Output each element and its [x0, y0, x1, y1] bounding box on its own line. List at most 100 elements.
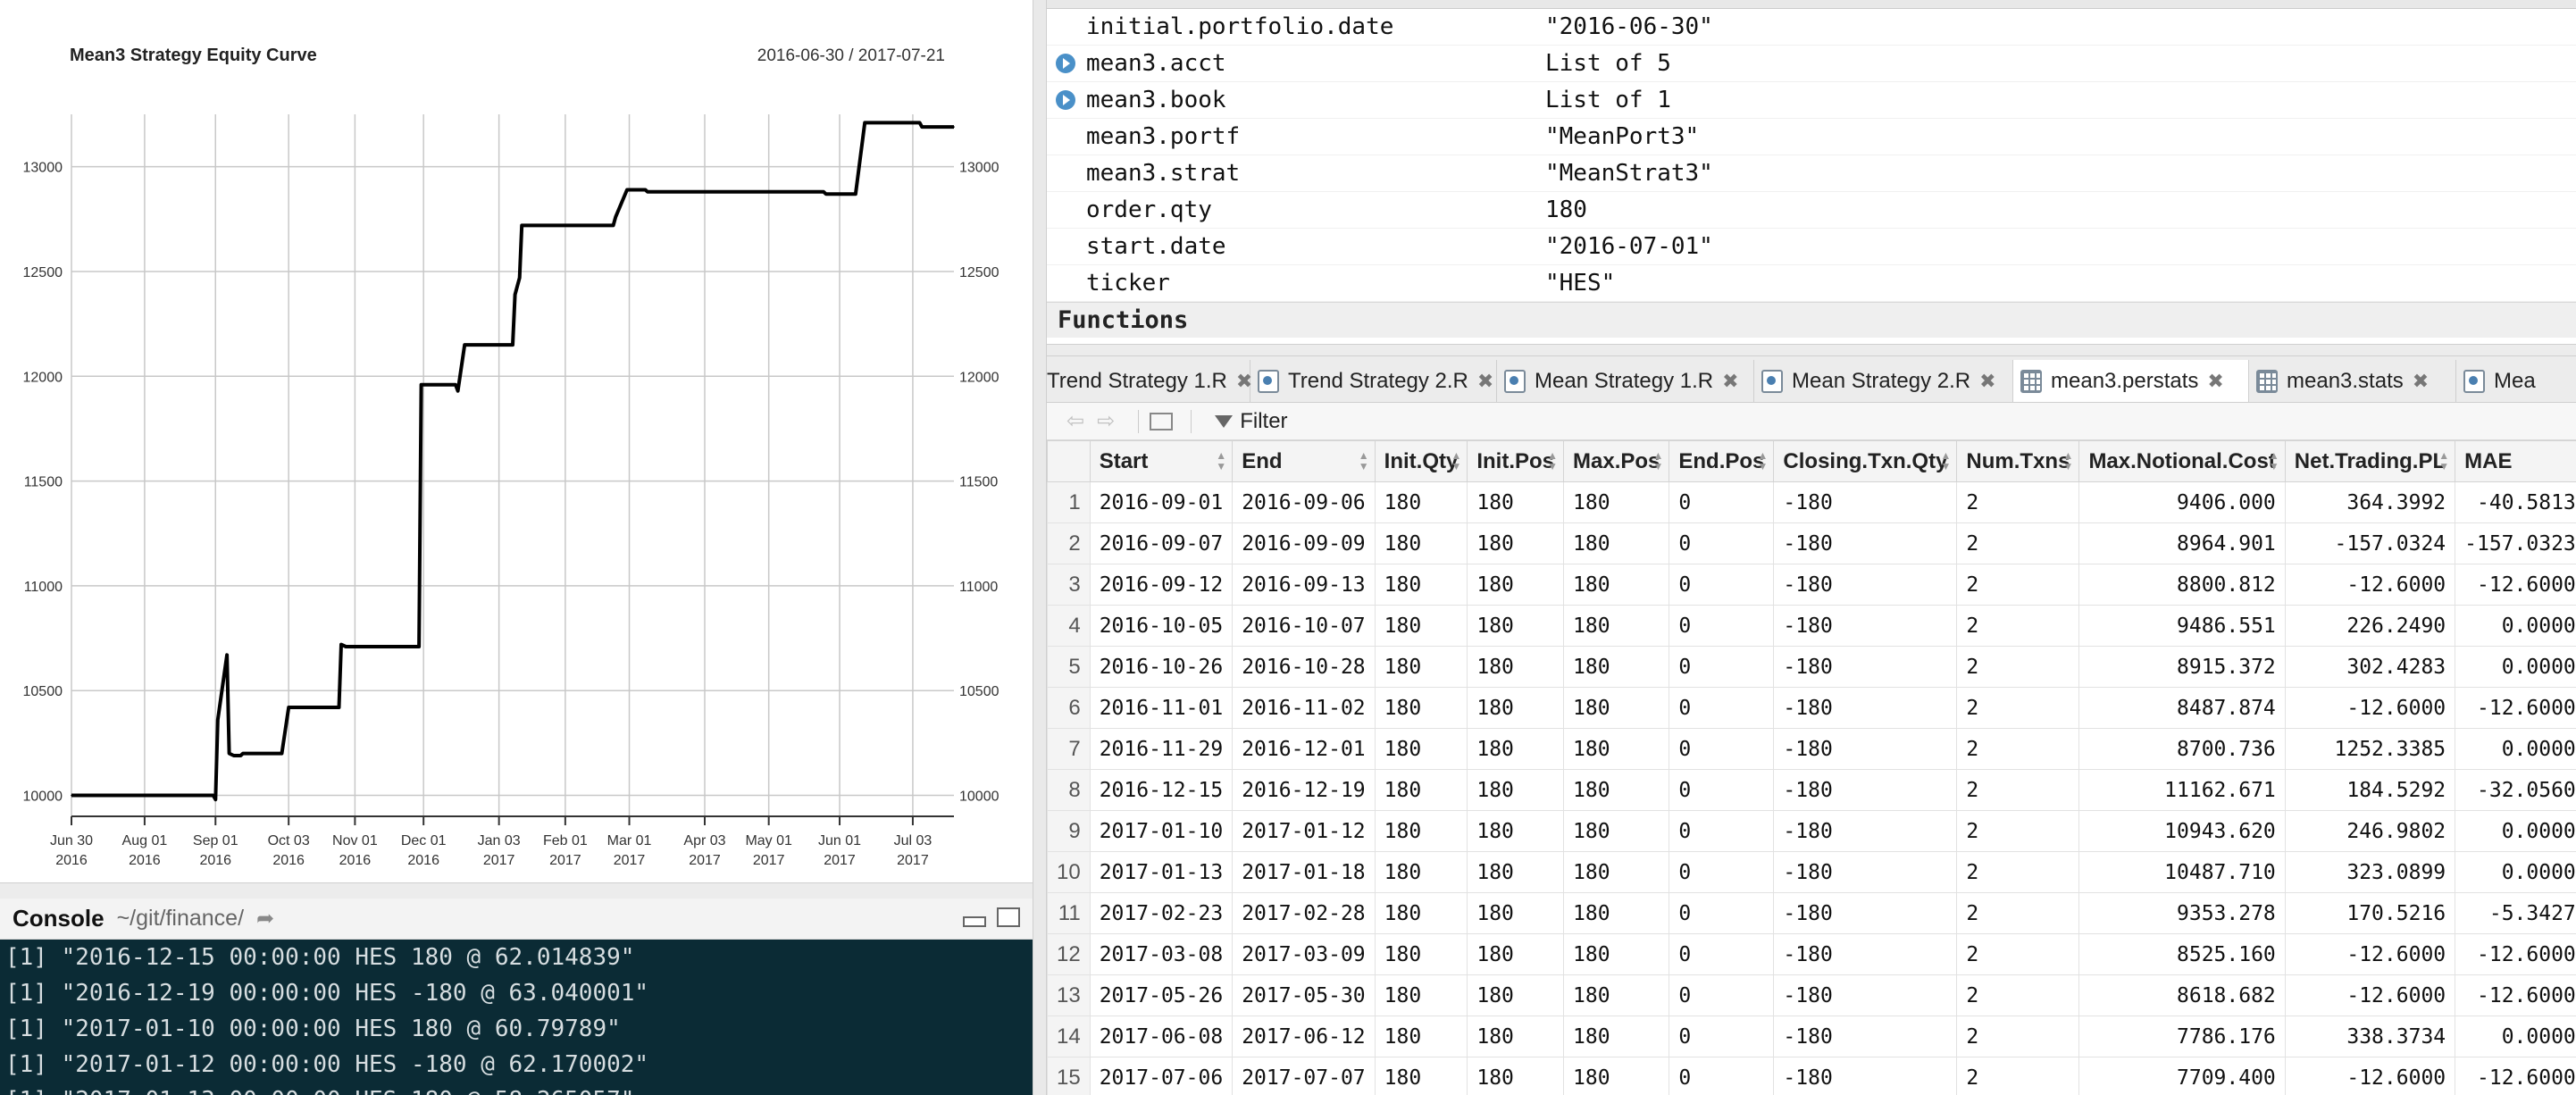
plot-console-splitter[interactable] — [0, 882, 1033, 899]
column-header[interactable]: MAE▲▼ — [2455, 440, 2576, 482]
sort-icon[interactable]: ▲ ▼ — [1359, 450, 1369, 472]
table-row[interactable]: 9 2017-01-10 2017-01-12 180 180 180 0 -180 2 1094… — [1047, 810, 2576, 852]
minimize-pane-button[interactable] — [963, 916, 986, 927]
tab-mean3-stats[interactable]: mean3.stats ✖ — [2249, 360, 2456, 402]
column-header[interactable]: Start ▲ ▼ — [1089, 440, 1234, 482]
column-header[interactable]: Max.Pos ▲ ▼ — [1563, 440, 1670, 482]
column-header[interactable]: Closing.Txn.Qty ▲ ▼ — [1773, 440, 1958, 482]
table-row[interactable]: 15 2017-07-06 2017-07-07 180 180 180 0 -180 2 770… — [1047, 1057, 2576, 1095]
table-cell: 180 — [1467, 892, 1565, 934]
close-icon[interactable]: ✖ — [1979, 361, 1995, 402]
column-header[interactable]: End ▲ ▼ — [1232, 440, 1376, 482]
sort-icon[interactable]: ▲ ▼ — [2063, 450, 2074, 472]
table-cell: 2 — [1956, 522, 2080, 564]
table-cell: -180 — [1773, 892, 1958, 934]
expand-list-icon[interactable] — [1056, 54, 1075, 73]
env-row[interactable]: mean3.strat "MeanStrat3" — [1047, 155, 2576, 192]
expand-list-icon[interactable] — [1056, 90, 1075, 110]
table-cell: 180 — [1563, 1016, 1670, 1057]
table-row[interactable]: 4 2016-10-05 2016-10-07 180 180 180 0 -180 2 9486… — [1047, 605, 2576, 647]
env-row[interactable]: mean3.book List of 1 — [1047, 82, 2576, 119]
column-header[interactable]: End.Pos ▲ ▼ — [1669, 440, 1775, 482]
env-row[interactable]: order.qty 180 — [1047, 192, 2576, 229]
table-cell: 2017-06-12 — [1232, 1016, 1376, 1057]
table-row[interactable]: 8 2016-12-15 2016-12-19 180 180 180 0 -180 2 1116… — [1047, 769, 2576, 811]
filter-icon[interactable] — [1215, 414, 1234, 428]
popout-window-icon[interactable] — [1150, 412, 1174, 430]
column-header[interactable]: Max.Notional.Cost ▲ ▼ — [2078, 440, 2286, 482]
table-row[interactable]: 2 2016-09-07 2016-09-09 180 180 180 0 -180 2 8964… — [1047, 522, 2576, 564]
table-cell: -12.60000 — [2455, 1057, 2576, 1095]
tab-mean-strategy-1[interactable]: Mean Strategy 1.R ✖ — [1497, 360, 1754, 402]
table-cell: -12.6000 — [2284, 564, 2456, 606]
equity-data-point — [242, 752, 244, 755]
table-row[interactable]: 7 2016-11-29 2016-12-01 180 180 180 0 -180 2 8700… — [1047, 728, 2576, 770]
filter-button[interactable]: Filter — [1240, 409, 1287, 434]
table-cell: 2016-10-26 — [1089, 646, 1234, 688]
row-number: 15 — [1047, 1057, 1091, 1095]
y-tick-label-right: 10500 — [959, 684, 999, 699]
column-header[interactable]: Num.Txns ▲ ▼ — [1956, 440, 2080, 482]
close-icon[interactable]: ✖ — [2413, 361, 2429, 402]
env-section-header[interactable]: Functions — [1047, 302, 2576, 338]
sort-icon[interactable]: ▲ ▼ — [2269, 450, 2279, 472]
env-row[interactable]: mean3.portf "MeanPort3" — [1047, 119, 2576, 155]
maximize-pane-button[interactable] — [997, 907, 1020, 927]
table-cell: 0 — [1669, 1016, 1775, 1057]
table-row[interactable]: 5 2016-10-26 2016-10-28 180 180 180 0 -180 2 8915… — [1047, 646, 2576, 688]
console-line: [1] "2017-01-12 00:00:00 HES -180 @ 62.1… — [5, 1051, 649, 1078]
table-row[interactable]: 13 2017-05-26 2017-05-30 180 180 180 0 -180 2 861… — [1047, 974, 2576, 1016]
tab-trend-strategy-1[interactable]: Trend Strategy 1.R ✖ — [1047, 360, 1252, 402]
table-cell: 2017-05-26 — [1089, 974, 1234, 1016]
table-cell: 11162.671 — [2078, 769, 2286, 811]
sort-icon[interactable]: ▲ ▼ — [1758, 450, 1769, 472]
table-row[interactable]: 10 2017-01-13 2017-01-18 180 180 180 0 -180 2 104… — [1047, 851, 2576, 893]
equity-data-point — [418, 646, 420, 648]
table-cell: 0 — [1669, 851, 1775, 893]
vertical-splitter[interactable] — [1033, 0, 1047, 1095]
equity-curve-chart: Mean3 Strategy Equity Curve 2016-06-30 /… — [23, 46, 999, 868]
env-row[interactable]: mean3.acct List of 5 — [1047, 46, 2576, 82]
close-icon[interactable]: ✖ — [2207, 361, 2223, 402]
console-line: [1] "2016-12-19 00:00:00 HES -180 @ 63.0… — [5, 980, 649, 1007]
table-cell: -180 — [1773, 810, 1958, 852]
tab-trend-strategy-2[interactable]: Trend Strategy 2.R ✖ — [1250, 360, 1497, 402]
env-row[interactable]: initial.portfolio.date "2016-06-30" — [1047, 9, 2576, 46]
console-working-dir[interactable]: ~/git/finance/ — [117, 906, 244, 932]
sort-icon[interactable]: ▲ ▼ — [1216, 450, 1226, 472]
sort-icon[interactable]: ▲ ▼ — [1451, 450, 1461, 472]
env-editor-splitter[interactable] — [1047, 344, 2576, 356]
close-icon[interactable]: ✖ — [1722, 361, 1738, 402]
toolbar-divider — [1191, 409, 1192, 433]
tab-mean3-perstats[interactable]: mean3.perstats ✖ — [2013, 360, 2249, 402]
table-row[interactable]: 14 2017-06-08 2017-06-12 180 180 180 0 -180 2 778… — [1047, 1016, 2576, 1057]
env-var-value: "MeanStrat3" — [1545, 160, 1713, 187]
tab-mean-strategy-2[interactable]: Mean Strategy 2.R ✖ — [1754, 360, 2013, 402]
y-tick-label-right: 11000 — [959, 580, 998, 595]
close-icon[interactable]: ✖ — [1477, 361, 1493, 402]
y-tick-label-left: 12000 — [23, 370, 63, 385]
table-row[interactable]: 12 2017-03-08 2017-03-09 180 180 180 0 -180 2 852… — [1047, 933, 2576, 975]
console-output[interactable]: [1] "2016-12-15 00:00:00 HES 180 @ 62.01… — [0, 940, 1033, 1095]
table-row[interactable]: 3 2016-09-12 2016-09-13 180 180 180 0 -180 2 8800… — [1047, 564, 2576, 606]
sort-icon[interactable]: ▲ ▼ — [1941, 450, 1952, 472]
tab-overflow[interactable]: Mea — [2456, 360, 2576, 402]
sort-icon[interactable]: ▲ ▼ — [2438, 450, 2449, 472]
goto-dir-icon[interactable]: ➦ — [256, 906, 274, 932]
column-header[interactable]: Init.Qty ▲ ▼ — [1374, 440, 1468, 482]
table-row[interactable]: 6 2016-11-01 2016-11-02 180 180 180 0 -180 2 8487… — [1047, 687, 2576, 729]
table-cell: 180 — [1374, 522, 1468, 564]
env-row[interactable]: start.date "2016-07-01" — [1047, 229, 2576, 265]
env-row[interactable]: ticker "HES" — [1047, 265, 2576, 302]
table-row[interactable]: 1 2016-09-01 2016-09-06 180 180 180 0 -180 2 9406… — [1047, 481, 2576, 523]
table-cell: 180 — [1563, 522, 1670, 564]
forward-arrow-icon[interactable]: ⇨ — [1097, 408, 1115, 434]
table-row[interactable]: 11 2017-02-23 2017-02-28 180 180 180 0 -180 2 935… — [1047, 892, 2576, 934]
sort-icon[interactable]: ▲ ▼ — [1547, 450, 1558, 472]
y-tick-label-left: 11000 — [24, 580, 63, 595]
column-header[interactable]: Init.Pos ▲ ▼ — [1467, 440, 1565, 482]
column-header[interactable]: Net.Trading.PL ▲ ▼ — [2284, 440, 2456, 482]
env-var-value: "2016-06-30" — [1545, 13, 1713, 40]
back-arrow-icon[interactable]: ⇦ — [1066, 408, 1084, 434]
sort-icon[interactable]: ▲ ▼ — [1653, 450, 1664, 472]
